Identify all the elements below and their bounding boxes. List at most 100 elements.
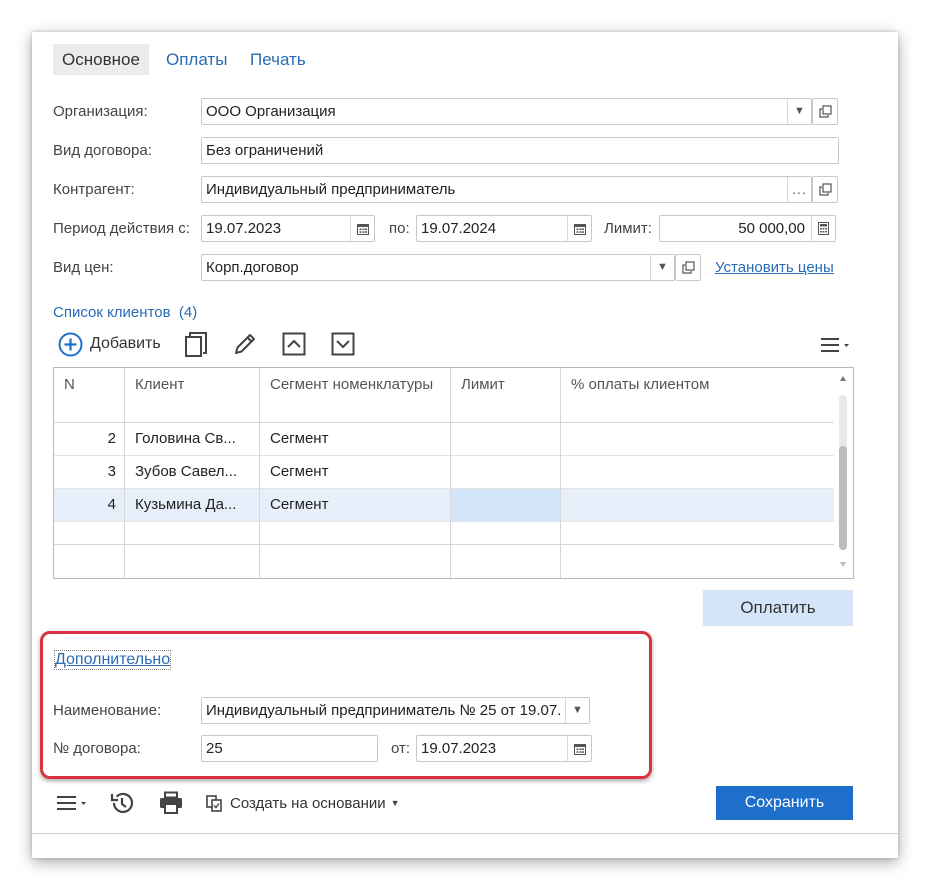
- cell-n: 4: [107, 496, 116, 513]
- organization-label: Организация:: [53, 103, 148, 120]
- scroll-down-arrow-icon[interactable]: [840, 562, 846, 567]
- create-based-on-button[interactable]: Создать на основании ▼: [206, 791, 400, 815]
- create-based-label: Создать на основании: [230, 794, 386, 812]
- scroll-thumb[interactable]: [839, 446, 847, 550]
- history-icon: [110, 792, 134, 813]
- period-from-field[interactable]: 19.07.2023: [201, 215, 375, 242]
- organization-field[interactable]: ООО Организация ▼: [201, 98, 812, 125]
- cell-segment: Сегмент: [270, 463, 329, 480]
- table-header: N Клиент Сегмент номенклатуры Лимит % оп…: [54, 368, 835, 423]
- contract-type-label: Вид договора:: [53, 142, 152, 159]
- organization-open-button[interactable]: [812, 98, 838, 125]
- period-from-value: 19.07.2023: [206, 220, 282, 237]
- period-label: Период действия с:: [53, 220, 190, 237]
- chevron-down-icon[interactable]: ▼: [565, 698, 589, 723]
- contract-number-label: № договора:: [53, 740, 141, 757]
- limit-value: 50 000,00: [738, 220, 805, 237]
- organization-value: ООО Организация: [206, 103, 336, 120]
- table-row[interactable]: 2 Головина Св... Сегмент: [54, 423, 835, 456]
- additional-section-link[interactable]: Дополнительно: [53, 650, 172, 670]
- footer-divider: [32, 833, 898, 834]
- period-to-value: 19.07.2024: [421, 220, 497, 237]
- grid-more-menu-button[interactable]: [816, 335, 854, 355]
- ellipsis-icon[interactable]: ...: [787, 177, 811, 202]
- period-to-field[interactable]: 19.07.2024: [416, 215, 592, 242]
- column-header-payment-percent[interactable]: % оплаты клиентом: [571, 376, 709, 393]
- column-divider: [259, 368, 260, 578]
- table-scrollbar[interactable]: [834, 368, 853, 578]
- contract-type-field[interactable]: Без ограничений: [201, 137, 839, 164]
- history-button[interactable]: [108, 789, 136, 817]
- cell-segment: Сегмент: [270, 496, 329, 513]
- arrow-up-box-icon: [282, 332, 306, 356]
- column-header-client[interactable]: Клиент: [135, 376, 184, 393]
- calendar-icon[interactable]: [567, 216, 591, 241]
- contract-date-field[interactable]: 19.07.2023: [416, 735, 592, 762]
- contract-date-label: от:: [391, 740, 411, 757]
- column-header-limit[interactable]: Лимит: [461, 376, 505, 393]
- edit-row-button[interactable]: [231, 330, 259, 358]
- clients-table[interactable]: N Клиент Сегмент номенклатуры Лимит % оп…: [53, 367, 854, 579]
- pencil-icon: [235, 334, 255, 354]
- cell-client: Зубов Савел...: [135, 463, 238, 480]
- create-based-icon: [206, 794, 222, 812]
- cell-segment: Сегмент: [270, 430, 329, 447]
- column-divider: [450, 368, 451, 578]
- clients-count: (4): [178, 304, 198, 321]
- cell-limit-focused[interactable]: [451, 489, 560, 521]
- contract-name-value: Индивидуальный предприниматель № 25 от 1…: [206, 702, 561, 719]
- counterparty-value: Индивидуальный предприниматель: [206, 181, 456, 198]
- contract-form-window: Основное Оплаты Печать Организация: ООО …: [32, 32, 898, 858]
- save-button[interactable]: Сохранить: [716, 786, 853, 820]
- tab-payments[interactable]: Оплаты: [157, 44, 236, 75]
- chevron-down-icon[interactable]: ▼: [787, 99, 811, 124]
- add-row-button[interactable]: Добавить: [58, 331, 161, 357]
- plus-circle-icon: [58, 332, 83, 356]
- limit-label: Лимит:: [604, 220, 652, 237]
- price-type-field[interactable]: Корп.договор ▼: [201, 254, 675, 281]
- contract-date-value: 19.07.2023: [421, 740, 497, 757]
- cell-client: Головина Св...: [135, 430, 236, 447]
- table-empty-row: [54, 544, 835, 578]
- table-row[interactable]: 3 Зубов Савел... Сегмент: [54, 456, 835, 489]
- table-row-selected[interactable]: 4 Кузьмина Да... Сегмент: [54, 489, 835, 522]
- open-window-icon: [818, 105, 832, 118]
- contract-number-value: 25: [206, 740, 223, 757]
- period-to-label: по:: [389, 220, 410, 237]
- calendar-icon[interactable]: [350, 216, 374, 241]
- cell-n: 3: [107, 463, 116, 480]
- counterparty-open-button[interactable]: [812, 176, 838, 203]
- form-more-menu-button[interactable]: [54, 792, 90, 814]
- calendar-icon[interactable]: [567, 736, 591, 761]
- printer-icon: [160, 791, 182, 814]
- pay-button[interactable]: Оплатить: [703, 590, 853, 626]
- column-divider: [124, 368, 125, 578]
- column-header-segment[interactable]: Сегмент номенклатуры: [270, 376, 433, 393]
- clients-section-title[interactable]: Список клиентов (4): [53, 304, 197, 321]
- price-type-open-button[interactable]: [675, 254, 701, 281]
- column-divider: [560, 368, 561, 578]
- price-type-value: Корп.договор: [206, 259, 299, 276]
- counterparty-field[interactable]: Индивидуальный предприниматель ...: [201, 176, 812, 203]
- print-button[interactable]: [157, 789, 185, 817]
- calculator-icon[interactable]: [811, 216, 835, 241]
- open-window-icon: [681, 261, 695, 274]
- contract-name-field[interactable]: Индивидуальный предприниматель № 25 от 1…: [201, 697, 590, 724]
- copy-row-button[interactable]: [182, 330, 210, 358]
- contract-type-value: Без ограничений: [206, 142, 324, 159]
- hamburger-menu-icon: [821, 338, 849, 352]
- scroll-up-arrow-icon[interactable]: [840, 376, 846, 381]
- set-prices-link[interactable]: Установить цены: [715, 259, 834, 276]
- move-down-button[interactable]: [330, 331, 356, 357]
- tab-print[interactable]: Печать: [241, 44, 315, 75]
- limit-field[interactable]: 50 000,00: [659, 215, 836, 242]
- contract-number-field[interactable]: 25: [201, 735, 378, 762]
- tab-main[interactable]: Основное: [53, 44, 149, 75]
- move-up-button[interactable]: [281, 331, 307, 357]
- cell-client: Кузьмина Да...: [135, 496, 237, 513]
- counterparty-label: Контрагент:: [53, 181, 135, 198]
- chevron-down-icon[interactable]: ▼: [650, 255, 674, 280]
- column-header-n[interactable]: N: [64, 376, 75, 393]
- chevron-down-icon: ▼: [390, 798, 400, 808]
- clients-title: Список клиентов: [53, 304, 171, 321]
